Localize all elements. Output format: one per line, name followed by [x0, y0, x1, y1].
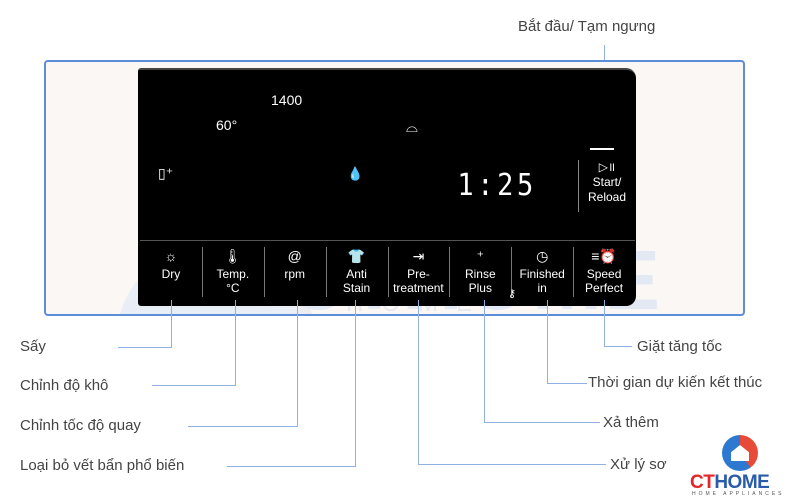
- leader-line-rpm: [297, 300, 298, 427]
- sun-icon: ☼: [164, 248, 178, 264]
- annotation-start-pause: Bắt đầu/ Tạm ngưng: [518, 18, 656, 35]
- leader-line-dry: [171, 300, 172, 348]
- temperature-readout: 60°: [216, 117, 238, 133]
- leader-line-rinse: [484, 300, 485, 423]
- speed-alarm-icon: ≡⏰: [591, 248, 617, 264]
- leader-line-finished: [547, 300, 548, 384]
- start-reload-button[interactable]: ▷॥ Start/ Reload: [578, 160, 635, 212]
- start-indicator-bar: [590, 148, 614, 150]
- leader-line-rpm-h: [188, 426, 298, 427]
- leader-line-temp: [235, 300, 236, 386]
- rpm-button[interactable]: @ rpm: [263, 241, 326, 303]
- wardrobe-plus-icon: ▯⁺: [158, 165, 174, 181]
- rinse-plus-button[interactable]: ⁺ Rinse Plus: [449, 241, 511, 303]
- cthome-logo: CTHOME HOME APPLIANCES: [690, 435, 795, 497]
- annotation-temp: Chỉnh độ khô: [20, 377, 109, 394]
- leader-line-pretreat: [418, 300, 419, 465]
- play-pause-icon: ▷॥: [598, 160, 616, 174]
- water-drop-icon: 💧: [347, 166, 364, 181]
- leader-line-stain: [355, 300, 356, 467]
- button-row: ☼ Dry 🌡 Temp. °C @ rpm 👕 Anti Stain ⇥ Pr…: [140, 240, 635, 303]
- pretreatment-button[interactable]: ⇥ Pre- treatment: [387, 241, 450, 303]
- annotation-finished: Thời gian dự kiến kết thúc: [588, 374, 763, 391]
- leader-line-finished-h: [547, 383, 587, 384]
- basin-arrow-icon: ⇥: [412, 248, 425, 264]
- key-icon: ⚷: [508, 288, 517, 300]
- leader-line-stain-h: [227, 466, 356, 467]
- anti-stain-button[interactable]: 👕 Anti Stain: [325, 241, 388, 303]
- basket-icon: ⌓: [406, 119, 418, 136]
- start-label-1: Start/: [592, 175, 622, 189]
- dry-button[interactable]: ☼ Dry: [140, 241, 202, 303]
- leader-line-pretreat-h: [418, 464, 606, 465]
- annotation-rinse: Xả thêm: [603, 414, 659, 431]
- leader-line-speed-h: [604, 346, 632, 347]
- leader-line-speed: [604, 300, 605, 347]
- time-remaining-display: 1:25: [457, 168, 537, 203]
- annotation-stain: Loại bỏ vết bẩn phổ biến: [20, 457, 185, 474]
- temp-button[interactable]: 🌡 Temp. °C: [201, 241, 264, 303]
- thermometer-icon: 🌡: [223, 248, 242, 264]
- annotation-dry: Sấy: [20, 338, 46, 355]
- annotation-speed: Giặt tăng tốc: [637, 338, 723, 355]
- shirt-icon: 👕: [347, 248, 366, 264]
- rinse-plus-icon: ⁺: [476, 248, 484, 264]
- annotation-rpm: Chỉnh tốc độ quay: [20, 417, 141, 434]
- spin-speed-readout: 1400: [271, 92, 303, 108]
- start-label-2: Reload: [587, 190, 627, 204]
- leader-line-temp-h: [152, 385, 236, 386]
- leader-line-dry-h: [118, 347, 172, 348]
- leader-line-rinse-h: [484, 422, 600, 423]
- annotation-pretreat: Xử lý sơ: [610, 456, 667, 473]
- clock-icon: ◷: [536, 248, 549, 264]
- speed-perfect-button[interactable]: ≡⏰ Speed Perfect: [573, 241, 635, 303]
- spiral-icon: @: [287, 248, 302, 264]
- finished-in-button[interactable]: ◷ Finished in: [511, 241, 573, 303]
